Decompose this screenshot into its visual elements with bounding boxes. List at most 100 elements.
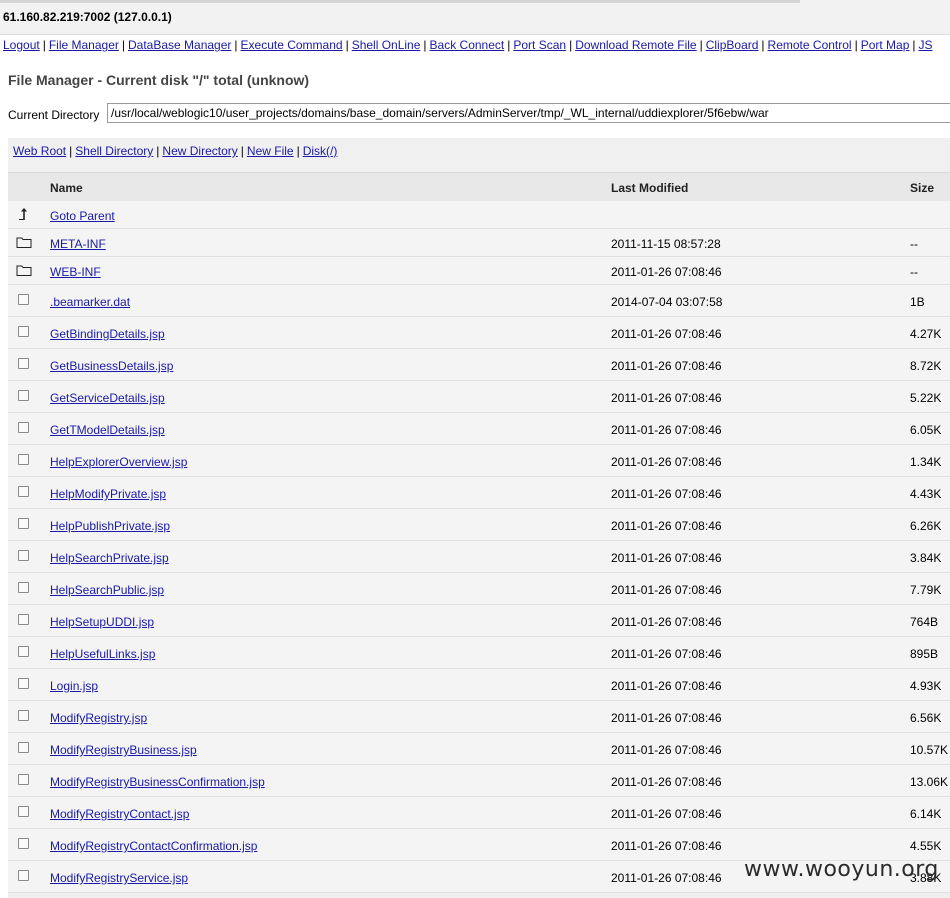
file-row: ModifyRegistryBusiness.jsp 2011-01-26 07:… — [8, 733, 950, 765]
file-checkbox[interactable] — [18, 774, 29, 785]
file-checkbox[interactable] — [18, 710, 29, 721]
folder-name-link[interactable]: WEB-INF — [50, 265, 101, 279]
file-modified: 2011-01-26 07:08:46 — [611, 455, 722, 469]
nav-link-clipboard[interactable]: ClipBoard — [706, 38, 759, 52]
nav-link-back-connect[interactable]: Back Connect — [430, 38, 505, 52]
file-size: 7.79K — [910, 583, 942, 597]
file-checkbox[interactable] — [18, 678, 29, 689]
nav-separator: | — [121, 38, 125, 52]
file-row: GetBusinessDetails.jsp 2011-01-26 07:08:4… — [8, 349, 950, 381]
file-checkbox[interactable] — [18, 390, 29, 401]
nav-link-execute-command[interactable]: Execute Command — [241, 38, 343, 52]
file-name-link[interactable]: ModifyRegistryBusiness.jsp — [50, 743, 197, 757]
file-size: 1.34K — [910, 455, 942, 469]
quick-link-shell-directory[interactable]: Shell Directory — [75, 144, 153, 158]
file-row: HelpModifyPrivate.jsp 2011-01-26 07:08:46… — [8, 477, 950, 509]
file-row: GetServiceDetails.jsp 2011-01-26 07:08:46… — [8, 381, 950, 413]
top-bar: 61.160.82.219:7002 (127.0.0.1) — [0, 0, 950, 35]
file-modified: 2011-01-26 07:08:46 — [611, 615, 722, 629]
nav-link-database-manager[interactable]: DataBase Manager — [128, 38, 231, 52]
file-modified: 2011-01-26 07:08:46 — [611, 839, 722, 853]
quick-link-new-directory[interactable]: New Directory — [162, 144, 237, 158]
file-checkbox[interactable] — [18, 614, 29, 625]
file-name-link[interactable]: GetServiceDetails.jsp — [50, 391, 165, 405]
file-name-link[interactable]: GetTModelDetails.jsp — [50, 423, 165, 437]
quick-links: Web Root | Shell Directory | New Directory | N… — [13, 144, 337, 158]
file-size: 4.55K — [910, 839, 942, 853]
quick-link-disk-[interactable]: Disk(/) — [303, 144, 338, 158]
page-title: File Manager - Current disk "/" total (u… — [8, 72, 310, 88]
file-row: HelpSearchPrivate.jsp 2011-01-26 07:08:46… — [8, 541, 950, 573]
file-modified: 2011-01-26 07:08:46 — [611, 583, 722, 597]
file-name-link[interactable]: ModifyRegistryContactConfirmation.jsp — [50, 839, 257, 853]
file-row: HelpExplorerOverview.jsp 2011-01-26 07:08… — [8, 445, 950, 477]
file-name-link[interactable]: HelpExplorerOverview.jsp — [50, 455, 187, 469]
nav-link-file-manager[interactable]: File Manager — [49, 38, 119, 52]
file-name-link[interactable]: ModifyRegistryBusinessConfirmation.jsp — [50, 775, 265, 789]
file-row: ModifyRegistry.jsp 2011-01-26 07:08:46 6.5… — [8, 701, 950, 733]
file-checkbox[interactable] — [18, 870, 29, 881]
folder-icon — [16, 235, 32, 249]
file-name-link[interactable]: HelpPublishPrivate.jsp — [50, 519, 170, 533]
goto-parent-link[interactable]: Goto Parent — [50, 209, 115, 223]
folder-name-link[interactable]: META-INF — [50, 237, 106, 251]
nav-link-shell-online[interactable]: Shell OnLine — [352, 38, 421, 52]
nav-separator: | — [699, 38, 703, 52]
file-checkbox[interactable] — [18, 422, 29, 433]
file-checkbox[interactable] — [18, 294, 29, 305]
up-arrow-icon — [16, 207, 32, 221]
file-name-link[interactable]: HelpSetupUDDI.jsp — [50, 615, 154, 629]
file-checkbox[interactable] — [18, 486, 29, 497]
nav-separator: | — [854, 38, 858, 52]
watermark: www.wooyun.org — [744, 857, 939, 882]
folder-row: WEB-INF 2011-01-26 07:08:46 -- — [8, 257, 950, 285]
quick-link-web-root[interactable]: Web Root — [13, 144, 66, 158]
nav-separator: | — [569, 38, 573, 52]
folder-modified: 2011-01-26 07:08:46 — [611, 265, 722, 279]
file-checkbox[interactable] — [18, 454, 29, 465]
nav-link-port-map[interactable]: Port Map — [861, 38, 910, 52]
nav-link-download-remote-file[interactable]: Download Remote File — [575, 38, 696, 52]
quick-link-separator: | — [296, 144, 300, 158]
nav-separator: | — [234, 38, 238, 52]
file-modified: 2011-01-26 07:08:46 — [611, 487, 722, 501]
quick-link-separator: | — [240, 144, 244, 158]
current-directory-input[interactable] — [107, 103, 950, 123]
quick-link-new-file[interactable]: New File — [247, 144, 294, 158]
file-row: GetTModelDetails.jsp 2011-01-26 07:08:46 6… — [8, 413, 950, 445]
main-nav: Logout | File Manager | DataBase Manager | Exe… — [3, 38, 950, 52]
file-modified: 2011-01-26 07:08:46 — [611, 519, 722, 533]
file-name-link[interactable]: ModifyRegistryContact.jsp — [50, 807, 189, 821]
file-modified: 2011-01-26 07:08:46 — [611, 391, 722, 405]
file-checkbox[interactable] — [18, 358, 29, 369]
file-size: 895B — [910, 647, 939, 661]
file-checkbox[interactable] — [18, 582, 29, 593]
nav-link-js[interactable]: JS — [919, 38, 933, 52]
file-name-link[interactable]: .beamarker.dat — [50, 295, 130, 309]
file-size: 764B — [910, 615, 939, 629]
file-checkbox[interactable] — [18, 646, 29, 657]
column-name-header: Name — [50, 181, 83, 195]
file-name-link[interactable]: HelpSearchPublic.jsp — [50, 583, 164, 597]
file-row: .beamarker.dat 2014-07-04 03:07:58 1B — [8, 285, 950, 317]
nav-link-port-scan[interactable]: Port Scan — [513, 38, 566, 52]
file-checkbox[interactable] — [18, 518, 29, 529]
horizontal-scrollbar[interactable] — [0, 0, 800, 3]
file-panel: Web Root | Shell Directory | New Directory | N… — [8, 138, 950, 898]
file-checkbox[interactable] — [18, 806, 29, 817]
file-name-link[interactable]: Login.jsp — [50, 679, 98, 693]
file-name-link[interactable]: GetBindingDetails.jsp — [50, 327, 165, 341]
file-name-link[interactable]: HelpModifyPrivate.jsp — [50, 487, 166, 501]
file-name-link[interactable]: ModifyRegistryService.jsp — [50, 871, 188, 885]
file-name-link[interactable]: ModifyRegistry.jsp — [50, 711, 147, 725]
file-name-link[interactable]: HelpSearchPrivate.jsp — [50, 551, 169, 565]
file-checkbox[interactable] — [18, 550, 29, 561]
file-size: 6.26K — [910, 519, 942, 533]
file-checkbox[interactable] — [18, 742, 29, 753]
nav-link-remote-control[interactable]: Remote Control — [768, 38, 852, 52]
file-checkbox[interactable] — [18, 838, 29, 849]
file-name-link[interactable]: HelpUsefulLinks.jsp — [50, 647, 155, 661]
file-name-link[interactable]: GetBusinessDetails.jsp — [50, 359, 173, 373]
nav-link-logout[interactable]: Logout — [3, 38, 40, 52]
file-checkbox[interactable] — [18, 326, 29, 337]
